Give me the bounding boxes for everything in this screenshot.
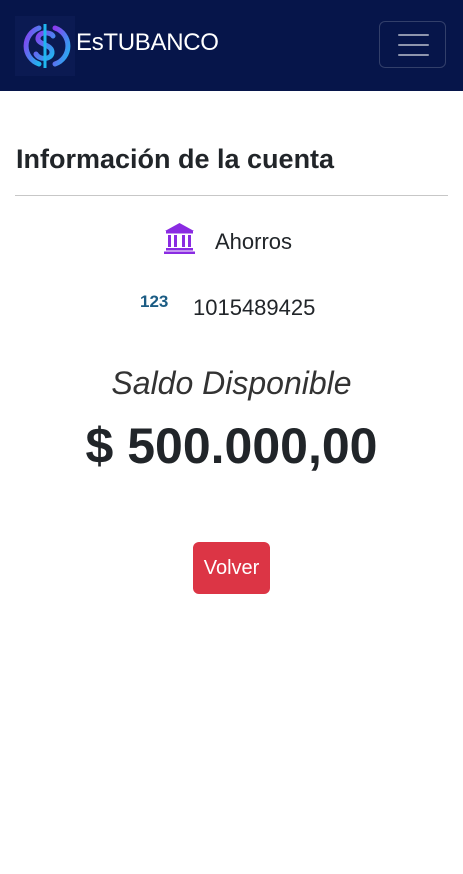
- dollar-s-logo-icon: [23, 24, 71, 68]
- numbers-123-icon: 123: [140, 292, 169, 311]
- balance-amount: $ 500.000,00: [85, 418, 378, 474]
- brand-name[interactable]: EsTUBANCO: [76, 28, 219, 58]
- navbar-toggler-button[interactable]: [379, 21, 446, 68]
- top-navbar: EsTUBANCO: [0, 0, 463, 91]
- account-number-row: 123 1015489425: [0, 290, 463, 324]
- brand-logo[interactable]: [15, 16, 75, 76]
- title-divider: [15, 195, 448, 196]
- account-type: Ahorros: [215, 229, 293, 254]
- balance-label: Saldo Disponible: [111, 365, 352, 401]
- bank-icon: [164, 222, 195, 254]
- account-number: 1015489425: [193, 295, 316, 320]
- account-type-row: Ahorros: [0, 222, 463, 258]
- back-button[interactable]: Volver: [193, 542, 270, 594]
- page-title: Información de la cuenta: [16, 144, 335, 174]
